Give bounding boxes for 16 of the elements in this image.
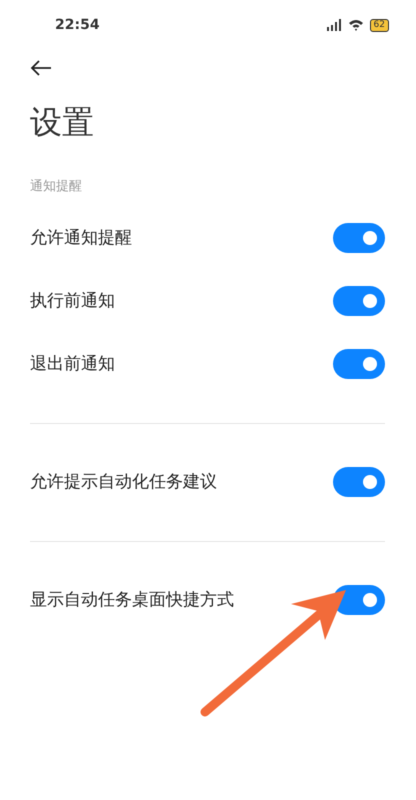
setting-label: 允许提示自动化任务建议 [30, 471, 217, 493]
status-time: 22:54 [55, 17, 100, 33]
toggle-switch[interactable] [333, 466, 385, 496]
back-arrow-icon[interactable] [30, 60, 52, 76]
section-header: 通知提醒 [30, 178, 83, 196]
signal-icon [326, 19, 342, 31]
setting-label: 允许通知提醒 [30, 227, 132, 249]
toggle-switch[interactable] [333, 286, 385, 316]
setting-label: 退出前通知 [30, 353, 115, 375]
toggle-switch[interactable] [333, 222, 385, 252]
setting-label: 显示自动任务桌面快捷方式 [30, 589, 234, 611]
setting-label: 执行前通知 [30, 290, 115, 312]
wifi-icon [348, 19, 364, 31]
battery-indicator: 62 [370, 18, 389, 32]
page-title: 设置 [30, 102, 95, 143]
toggle-switch[interactable] [333, 348, 385, 378]
